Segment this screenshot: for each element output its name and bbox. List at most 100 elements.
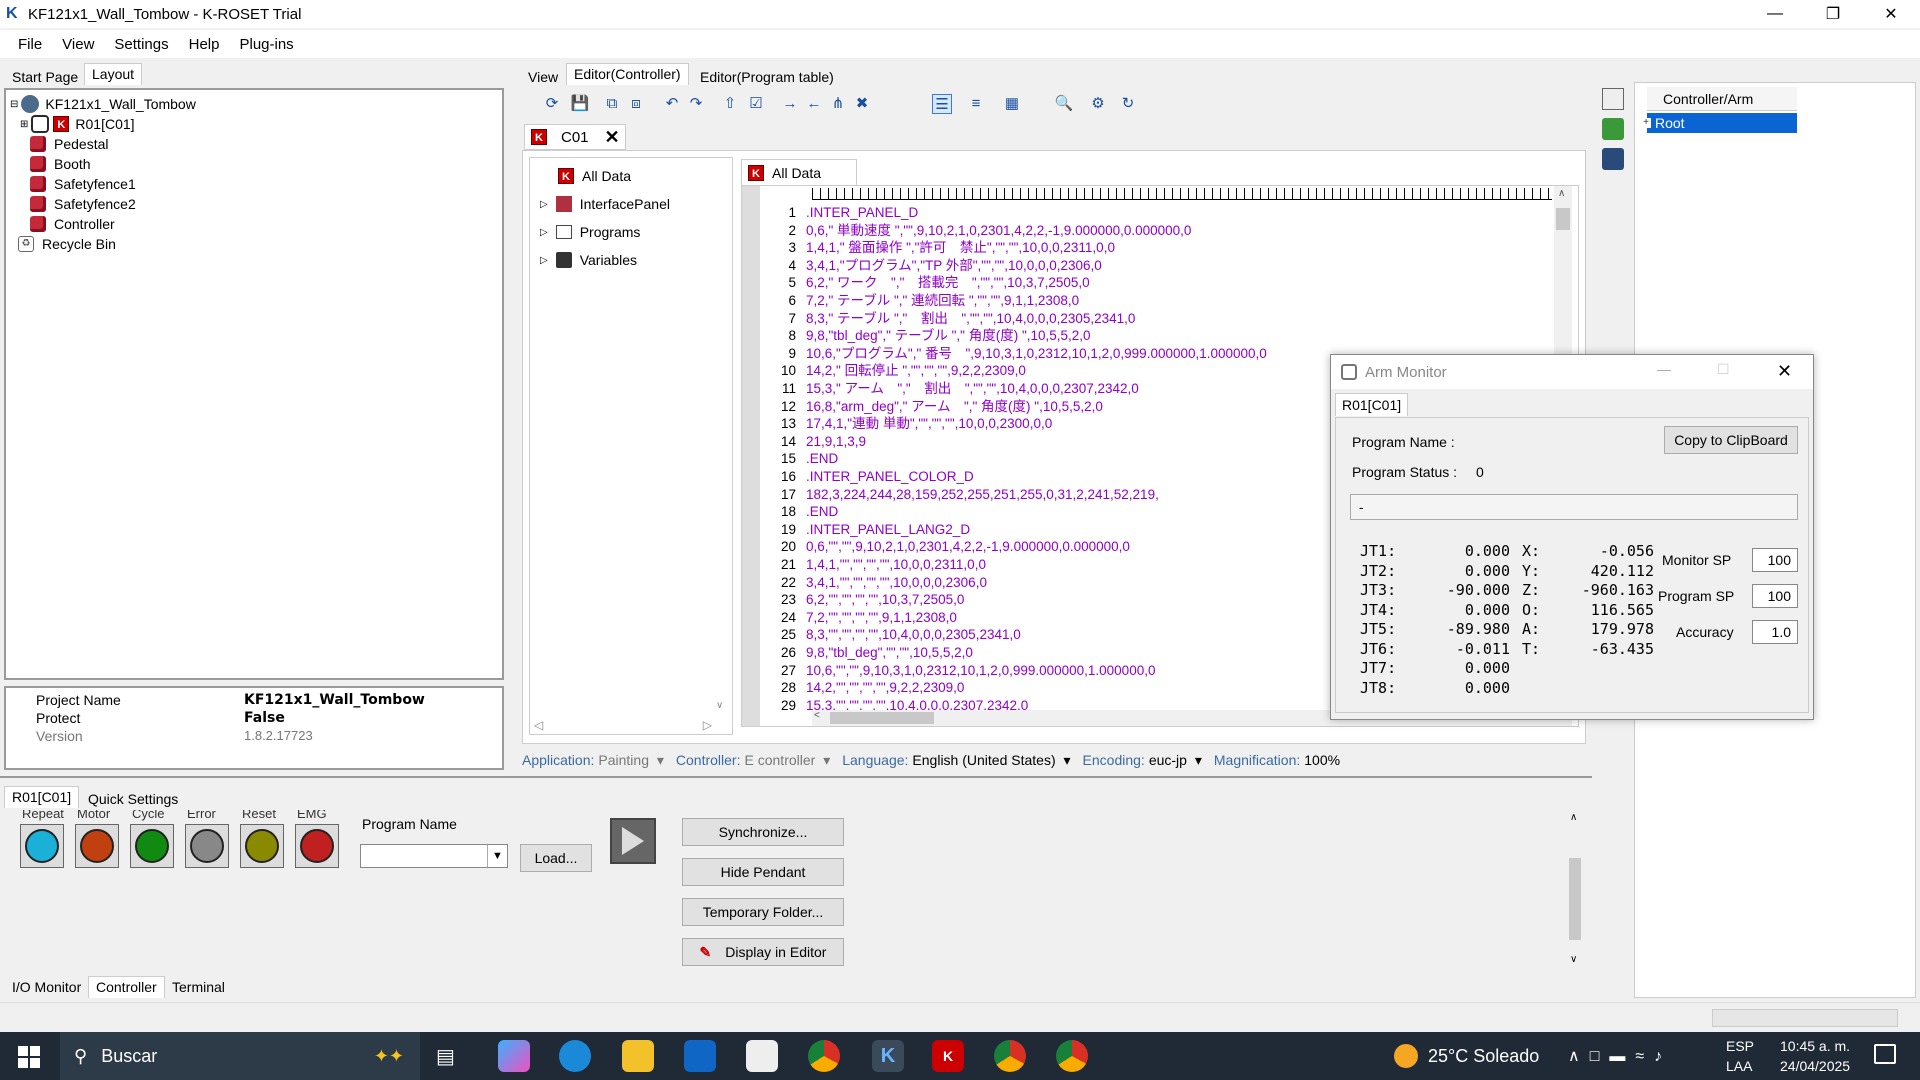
code-line[interactable]: 3 1,4,1," 盤面操作 ","許可 禁止","","",10,0,0,231… bbox=[764, 239, 1114, 257]
menu-view[interactable]: View bbox=[52, 36, 104, 53]
load-button[interactable]: Load... bbox=[520, 844, 592, 872]
code-line[interactable]: 14 21,9,1,3,9 bbox=[764, 433, 866, 451]
copy-icon[interactable]: ⧉ bbox=[602, 94, 622, 114]
store-icon[interactable] bbox=[746, 1040, 778, 1072]
program-sp-field[interactable]: 100 bbox=[1752, 584, 1798, 608]
tree-item-booth[interactable]: Booth bbox=[30, 154, 91, 174]
code-line[interactable]: 22 3,4,1,"","","","",10,0,0,0,2306,0 bbox=[764, 574, 987, 592]
menu-help[interactable]: Help bbox=[179, 36, 230, 53]
code-line[interactable]: 12 16,8,"arm_deg"," アーム "," 角度(度) ",10,5,… bbox=[764, 398, 1103, 416]
tree-root-node[interactable]: + Root bbox=[1641, 113, 1797, 133]
redo-icon[interactable]: ↷ bbox=[686, 94, 706, 114]
remove-line-icon[interactable]: ← bbox=[804, 94, 824, 114]
code-line[interactable]: 27 10,6,"","",9,10,3,1,0,2312,10,1,2,0,99… bbox=[764, 662, 1156, 680]
edge-icon[interactable] bbox=[559, 1040, 591, 1072]
code-line[interactable]: 19 .INTER_PANEL_LANG2_D bbox=[764, 521, 970, 539]
code-line[interactable]: 1 .INTER_PANEL_D bbox=[764, 204, 918, 222]
code-line[interactable]: 6 7,2," テーブル "," 連続回転 ","","",9,1,1,2308,… bbox=[764, 292, 1079, 310]
arm-icon[interactable] bbox=[1602, 148, 1624, 170]
menu-plugins[interactable]: Plug-ins bbox=[229, 36, 303, 53]
tab-layout[interactable]: Layout bbox=[84, 63, 143, 85]
expand-icon[interactable]: + bbox=[1641, 118, 1651, 128]
tab-io-monitor[interactable]: I/O Monitor bbox=[4, 976, 89, 998]
code-line[interactable]: 23 6,2,"","","","",10,3,7,2505,0 bbox=[764, 591, 964, 609]
chevron-down-icon[interactable]: ▼ bbox=[487, 845, 507, 867]
gear-icon[interactable]: ⚙ bbox=[1088, 94, 1108, 114]
refresh-icon[interactable]: ⟳ bbox=[542, 94, 562, 114]
maximize-icon[interactable]: ☐ bbox=[1717, 361, 1730, 378]
chrome-profile-icon[interactable] bbox=[994, 1040, 1026, 1072]
code-line[interactable]: 20 0,6,"","",9,10,2,1,0,2301,4,2,2,-1,9.0… bbox=[764, 538, 1130, 556]
tree-item-safetyfence2[interactable]: Safetyfence2 bbox=[30, 194, 136, 214]
doc-tab-c01[interactable]: K C01 ✕ bbox=[524, 124, 626, 150]
nav-hscrollbar[interactable]: ◁ ▷ bbox=[530, 718, 716, 734]
code-line[interactable]: 5 6,2," ワーク "," 搭載完 ","","",10,3,7,2505,0 bbox=[764, 274, 1089, 292]
numbered-list-icon[interactable]: ≡ bbox=[966, 94, 986, 114]
taskbar-search[interactable]: ⚲ Buscar ✦✦ bbox=[60, 1032, 420, 1080]
task-view-icon[interactable]: ▤ bbox=[436, 1044, 455, 1069]
code-line[interactable]: 16 .INTER_PANEL_COLOR_D bbox=[764, 468, 974, 486]
code-line[interactable]: 15 .END bbox=[764, 450, 838, 468]
kawasaki-icon[interactable]: K bbox=[932, 1040, 964, 1072]
search-icon[interactable]: 🔍 bbox=[1054, 94, 1074, 114]
minimize-icon[interactable]: — bbox=[1657, 361, 1671, 377]
indicator-emg-icon[interactable] bbox=[295, 824, 339, 868]
code-line[interactable]: 24 7,2,"","","","",9,1,1,2308,0 bbox=[764, 609, 957, 627]
app-select[interactable]: Painting ▾ bbox=[598, 752, 664, 769]
windows-start-icon[interactable] bbox=[18, 1046, 40, 1068]
tab-quick-settings[interactable]: Quick Settings bbox=[80, 788, 186, 810]
code-line[interactable]: 8 9,8,"tbl_deg"," テーブル "," 角度(度) ",10,5,5… bbox=[764, 327, 1090, 345]
tree-item-recycle-bin[interactable]: ♻ Recycle Bin bbox=[18, 234, 116, 254]
chrome-profile2-icon[interactable] bbox=[1056, 1040, 1088, 1072]
tab-view[interactable]: View bbox=[520, 66, 566, 88]
check-icon[interactable]: ☑ bbox=[746, 94, 766, 114]
code-line[interactable]: 13 17,4,1,"連動 単動","","","",10,0,0,2300,0,… bbox=[764, 415, 1052, 433]
tree-robot[interactable]: ⊞ K R01[C01] bbox=[20, 114, 135, 134]
sync-icon[interactable]: ↻ bbox=[1118, 94, 1138, 114]
code-tab-all-data[interactable]: K All Data bbox=[741, 159, 857, 185]
indicator-repeat-icon[interactable] bbox=[20, 824, 64, 868]
accuracy-field[interactable]: 1.0 bbox=[1752, 620, 1798, 644]
lang-top[interactable]: ESP bbox=[1726, 1038, 1754, 1054]
indicator-motor-icon[interactable] bbox=[75, 824, 119, 868]
add-step-icon[interactable]: ⋔ bbox=[828, 94, 848, 114]
synchronize-button[interactable]: Synchronize... bbox=[682, 818, 844, 846]
undo-icon[interactable]: ↶ bbox=[662, 94, 682, 114]
replace-icon[interactable]: ▦ bbox=[1002, 94, 1022, 114]
indicator-reset-icon[interactable] bbox=[240, 824, 284, 868]
copilot-icon[interactable] bbox=[498, 1040, 530, 1072]
kroset-icon[interactable]: K bbox=[872, 1040, 904, 1072]
code-line[interactable]: 18 .END bbox=[764, 503, 838, 521]
tab-terminal[interactable]: Terminal bbox=[164, 976, 233, 998]
display-in-editor-button[interactable]: ✎ Display in Editor bbox=[682, 938, 844, 966]
code-line[interactable]: 4 3,4,1,"プログラム","TP 外部","","",10,0,0,0,23… bbox=[764, 257, 1101, 275]
outlook-icon[interactable] bbox=[684, 1040, 716, 1072]
connect-icon[interactable] bbox=[1602, 118, 1624, 140]
tree-root[interactable]: ⊟ KF121x1_Wall_Tombow bbox=[10, 94, 196, 114]
code-line[interactable]: 17 182,3,224,244,28,159,252,255,251,255,0… bbox=[764, 486, 1159, 504]
copy-to-clipboard-button[interactable]: Copy to ClipBoard bbox=[1664, 426, 1798, 454]
weather-text[interactable]: 25°C Soleado bbox=[1428, 1046, 1539, 1067]
close-icon[interactable]: ✕ bbox=[1777, 361, 1792, 382]
close-icon[interactable]: ✕ bbox=[1862, 0, 1920, 28]
tab-start-page[interactable]: Start Page bbox=[4, 66, 86, 88]
tab-editor-controller[interactable]: Editor(Controller) bbox=[566, 63, 689, 85]
lang-bottom[interactable]: LAA bbox=[1726, 1058, 1752, 1074]
clock-time[interactable]: 10:45 a. m. bbox=[1780, 1038, 1850, 1054]
minimize-icon[interactable]: — bbox=[1746, 0, 1804, 28]
pendant-vscrollbar[interactable]: ∧ ∨ bbox=[1566, 810, 1584, 970]
code-line[interactable]: 9 10,6,"プログラム"," 番号 ",9,10,3,1,0,2312,10,… bbox=[764, 345, 1266, 363]
nav-all-data[interactable]: K All Data bbox=[558, 166, 631, 186]
indicator-error-icon[interactable] bbox=[185, 824, 229, 868]
close-icon[interactable]: ✕ bbox=[605, 127, 620, 148]
menu-file[interactable]: File bbox=[8, 36, 52, 53]
arm-monitor-tab[interactable]: R01[C01] bbox=[1335, 393, 1409, 416]
encoding-select[interactable]: euc-jp ▾ bbox=[1149, 752, 1202, 769]
restore-icon[interactable]: ❐ bbox=[1804, 0, 1862, 28]
paste-icon[interactable]: ⧈ bbox=[626, 94, 646, 114]
notifications-icon[interactable] bbox=[1874, 1044, 1896, 1064]
code-line[interactable]: 7 8,3," テーブル "," 割出 ","","",10,4,0,0,0,23… bbox=[764, 310, 1135, 328]
tree-item-safetyfence1[interactable]: Safetyfence1 bbox=[30, 174, 136, 194]
tab-r01-c01[interactable]: R01[C01] bbox=[4, 786, 80, 808]
tab-editor-program-table[interactable]: Editor(Program table) bbox=[692, 66, 842, 88]
